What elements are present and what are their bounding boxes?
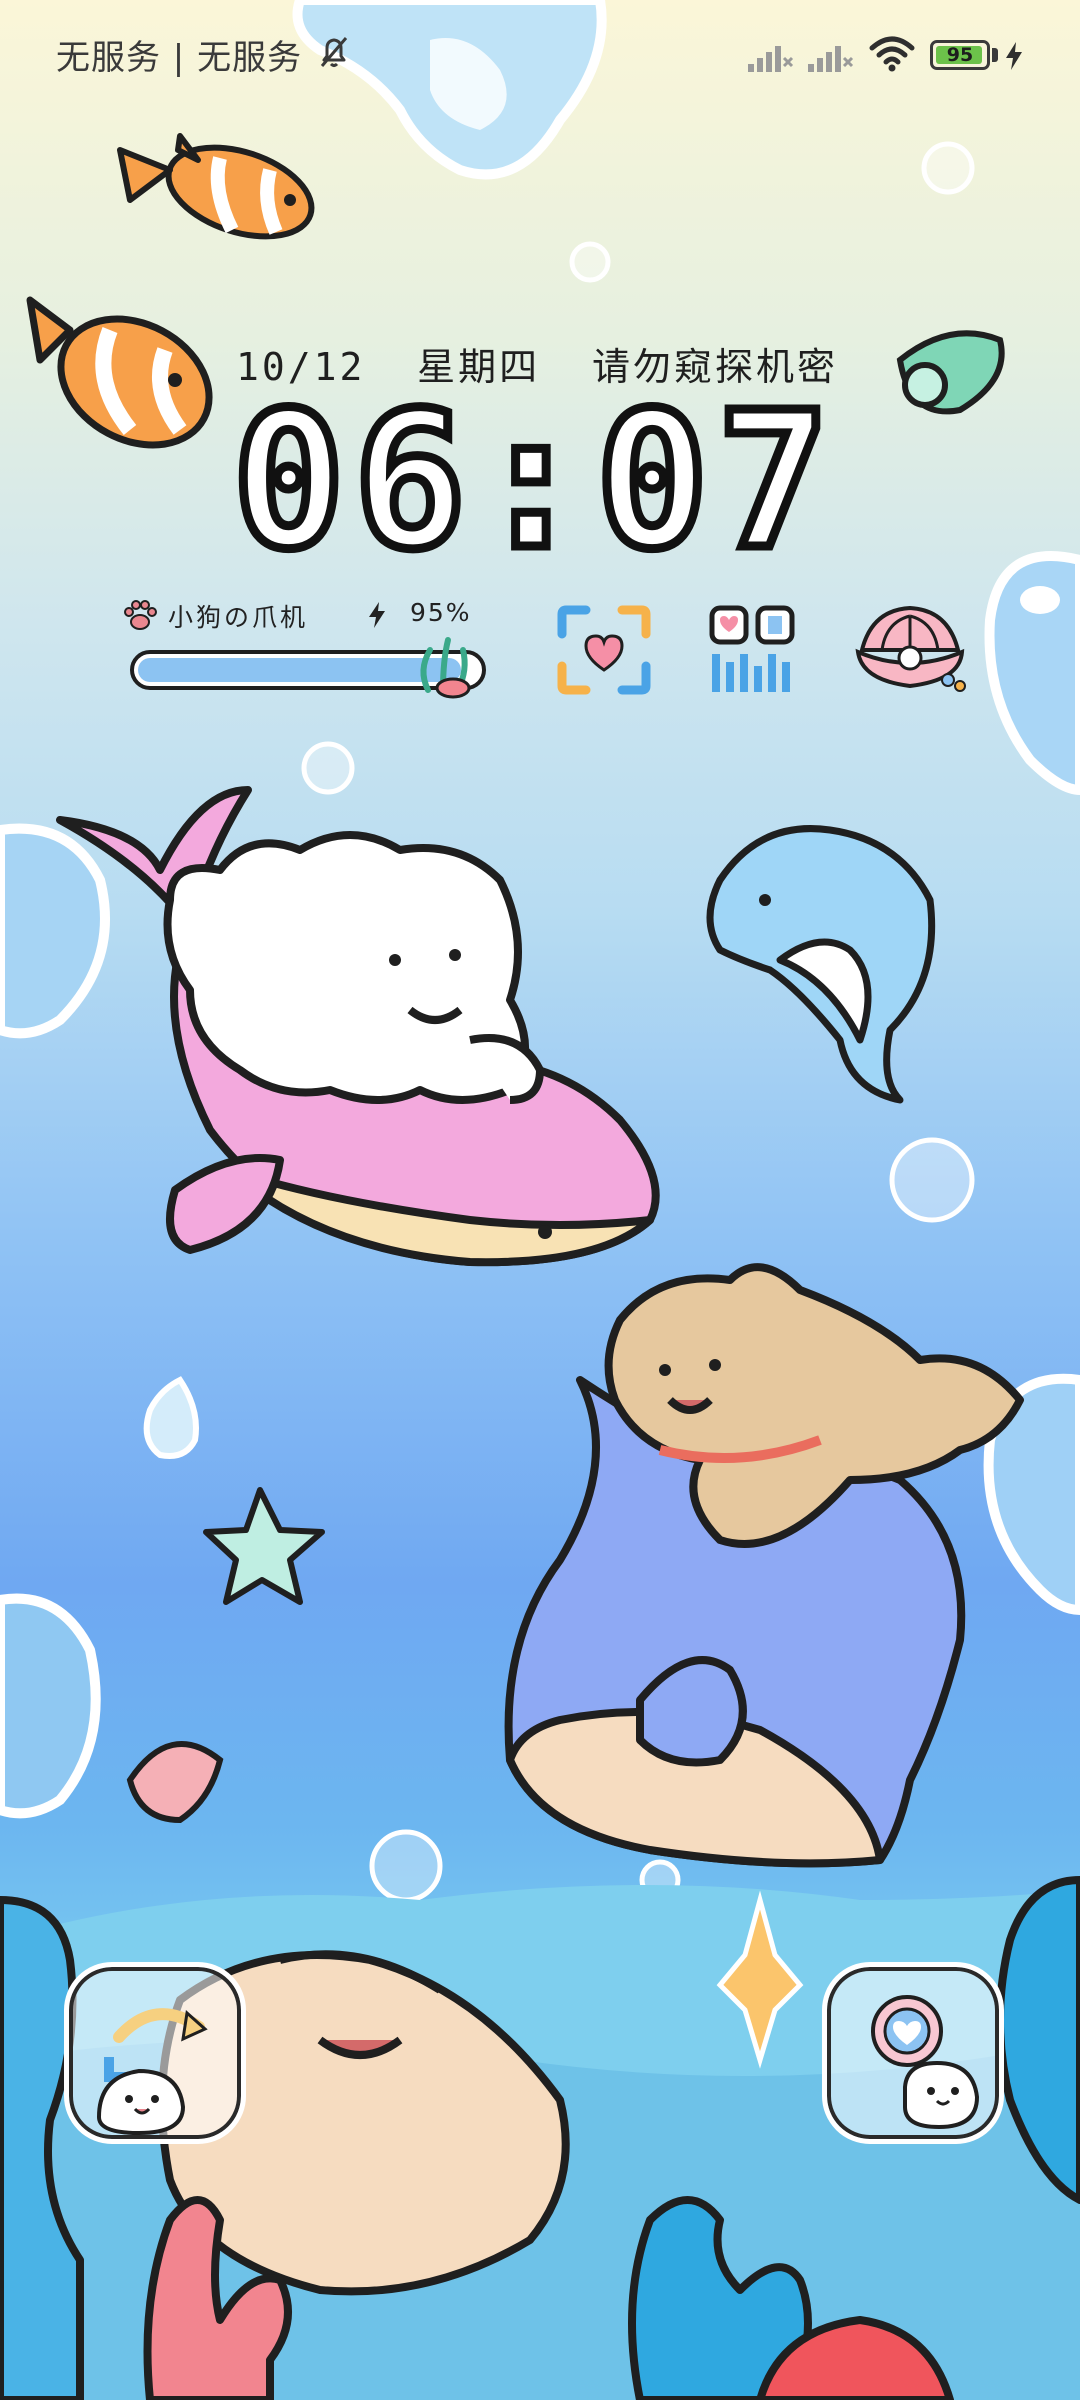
mute-bell-icon: [320, 37, 348, 67]
battery-widget-percent: 95%: [410, 598, 472, 627]
coral-decoration-icon: [420, 637, 471, 699]
battery-widget-title: 小狗の爪机: [168, 603, 309, 632]
left-shortcut-button[interactable]: [64, 1962, 246, 2144]
bolt-icon: [369, 602, 385, 628]
signal-no-service-icon: [748, 46, 794, 72]
shell-pearl-icon[interactable]: [852, 600, 970, 700]
clock-time: 06:07: [228, 372, 838, 591]
carrier-label: 无服务 | 无服务: [56, 38, 303, 78]
battery-level-text: 95: [946, 44, 974, 66]
signal-no-service-icon: [808, 46, 854, 72]
heart-compact-icon: [871, 1995, 980, 2130]
status-bar: 无服务 | 无服务 95: [0, 0, 1080, 110]
qr-code-icon[interactable]: [706, 602, 798, 698]
scan-icon[interactable]: [556, 604, 652, 696]
battery-cap: [992, 48, 998, 62]
paw-icon: [124, 600, 157, 630]
swap-arrow-icon: [96, 2008, 208, 2136]
wifi-icon: [869, 36, 915, 72]
right-shortcut-button[interactable]: [822, 1962, 1004, 2144]
charging-bolt-icon: [1006, 42, 1022, 70]
battery-icon: 95: [930, 40, 990, 70]
